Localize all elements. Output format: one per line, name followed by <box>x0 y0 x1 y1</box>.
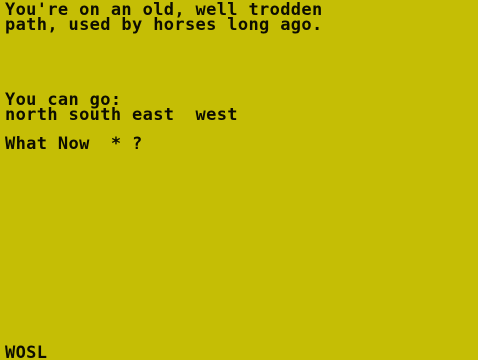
game-screen: You're on an old, well trodden path, use… <box>0 0 478 360</box>
command-prompt[interactable]: What Now * ? <box>5 136 143 153</box>
exits-directions: north south east west <box>5 105 238 125</box>
room-description-line-2: path, used by horses long ago. <box>5 15 323 35</box>
status-line: WOSL <box>5 343 48 360</box>
